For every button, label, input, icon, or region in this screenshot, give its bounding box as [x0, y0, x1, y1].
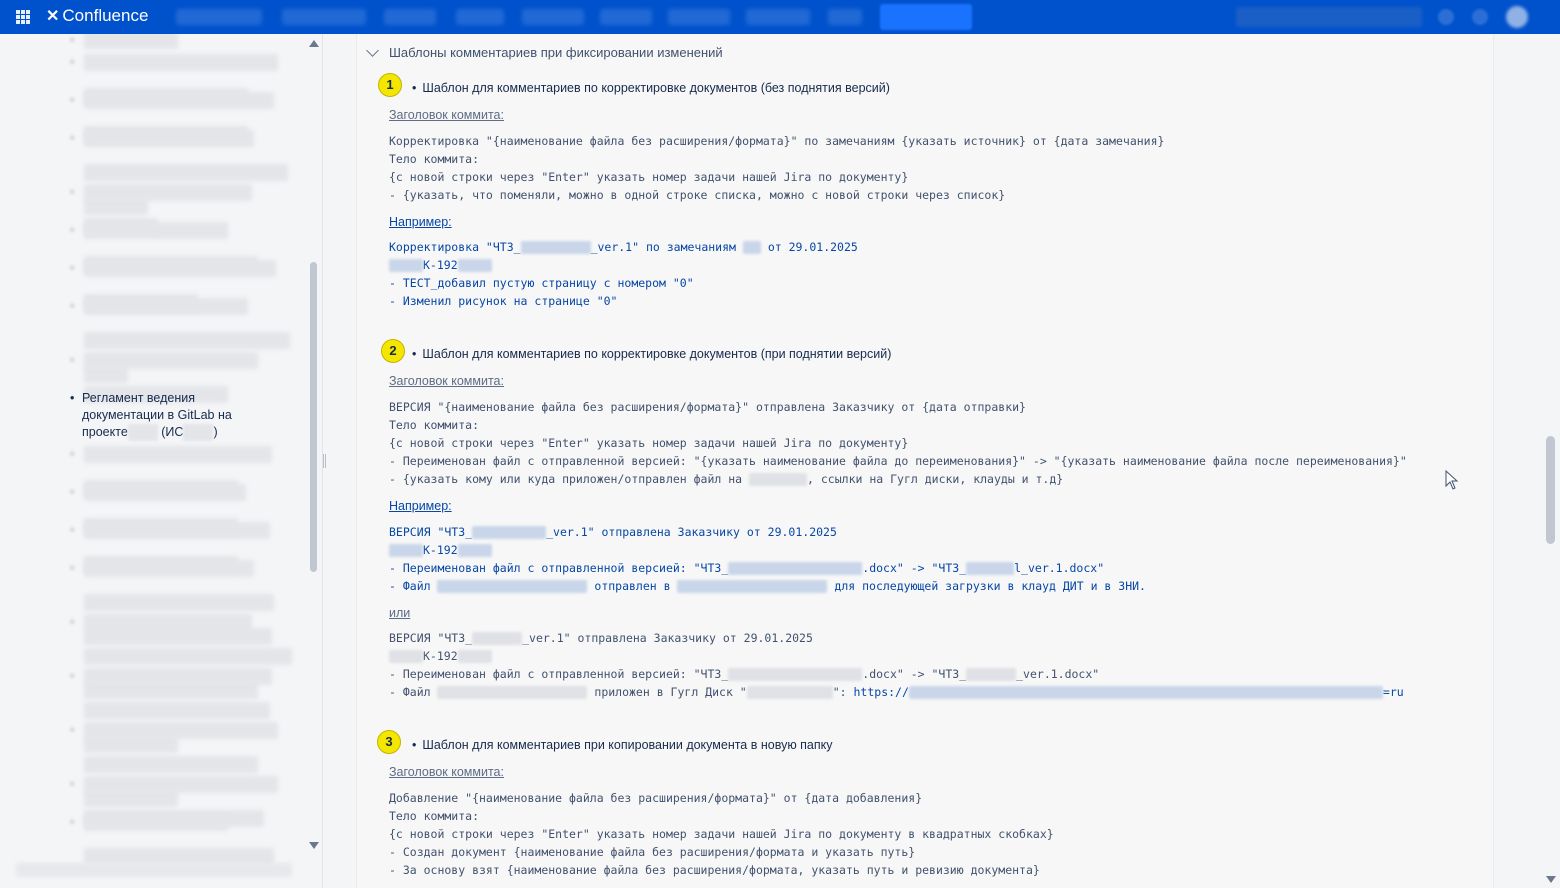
sidebar-current-item[interactable]: • Регламент ведения документации в GitLa…: [70, 390, 280, 442]
section-2-example: ВЕРСИЯ "ЧТЗ_x_ver.1" отправлена Заказчик…: [389, 525, 1146, 593]
search-input[interactable]: [1236, 7, 1422, 27]
nav-item[interactable]: [668, 9, 730, 25]
sidebar-tree-item[interactable]: xx: [70, 814, 280, 865]
annotation-badge-3: 3: [377, 730, 401, 754]
nav-item[interactable]: [282, 9, 366, 25]
nav-item[interactable]: [456, 9, 504, 25]
nav-item[interactable]: [746, 9, 810, 25]
expand-title[interactable]: Шаблоны комментариев при фиксировании из…: [389, 45, 723, 60]
sidebar-current-line-2: документации в GitLab на: [82, 408, 232, 422]
sidebar-current-line-3c: ): [213, 425, 218, 439]
annotation-badge-2: 2: [381, 339, 405, 363]
sidebar-current-line-3a: проекте: [82, 425, 128, 439]
page-scroll-down-icon[interactable]: [1546, 876, 1556, 883]
sidebar-tree-item[interactable]: x: [70, 34, 280, 49]
create-button[interactable]: [880, 4, 972, 30]
sidebar-scrollbar[interactable]: [310, 262, 317, 572]
notifications-icon[interactable]: [1472, 9, 1488, 25]
top-navigation-bar: ✕ Confluence: [0, 0, 1560, 34]
sidebar-current-line-3b: (ИС: [161, 425, 184, 439]
section-2-example-2: ВЕРСИЯ "ЧТЗ_x_ver.1" отправлена Заказчик…: [389, 631, 1404, 699]
sidebar-resize-handle[interactable]: [323, 454, 328, 468]
app-switcher-icon[interactable]: [16, 10, 30, 24]
example-link[interactable]: Например:: [389, 215, 452, 229]
sidebar-footer[interactable]: [16, 863, 292, 877]
section-1-template: Корректировка "{наименование файла без р…: [389, 134, 1165, 202]
example-link[interactable]: Например:: [389, 499, 452, 513]
sidebar-scroll-down-icon[interactable]: [309, 842, 319, 849]
commit-title-label: Заголовок коммита:: [389, 765, 504, 779]
commit-title-label: Заголовок коммита:: [389, 374, 504, 388]
section-3-title: Шаблон для комментариев при копировании …: [412, 738, 832, 752]
avatar[interactable]: [1506, 6, 1528, 28]
commit-title-label: Заголовок коммита:: [389, 108, 504, 122]
help-icon[interactable]: [1438, 9, 1454, 25]
sidebar-scroll-up-icon[interactable]: [309, 40, 319, 47]
section-1-example: Корректировка "ЧТЗ_x_ver.1" по замечания…: [389, 240, 858, 308]
section-2-template: ВЕРСИЯ "{наименование файла без расширен…: [389, 400, 1407, 486]
or-label: или: [389, 606, 411, 620]
nav-item[interactable]: [384, 9, 436, 25]
page-scrollbar[interactable]: [1546, 436, 1555, 544]
confluence-logo[interactable]: ✕ Confluence: [46, 6, 148, 26]
section-1-title: Шаблон для комментариев по корректировке…: [412, 81, 890, 95]
page-tree-sidebar: x xx xx xxx xx xx xx xxx xx • Регламент …: [0, 34, 323, 888]
section-2-title: Шаблон для комментариев по корректировке…: [412, 347, 891, 361]
nav-item[interactable]: [828, 9, 862, 25]
app-name: Confluence: [62, 6, 149, 25]
nav-item[interactable]: [522, 9, 584, 25]
drive-link[interactable]: https://x=ru: [854, 685, 1404, 699]
nav-item[interactable]: [600, 9, 652, 25]
section-3-template: Добавление "{наименование файла без расш…: [389, 791, 1054, 877]
annotation-badge-1: 1: [378, 73, 402, 97]
nav-item[interactable]: [176, 9, 262, 25]
sidebar-current-line-1: Регламент ведения: [82, 391, 195, 405]
confluence-logo-icon: ✕: [46, 8, 60, 25]
bullet-icon: •: [70, 391, 75, 405]
